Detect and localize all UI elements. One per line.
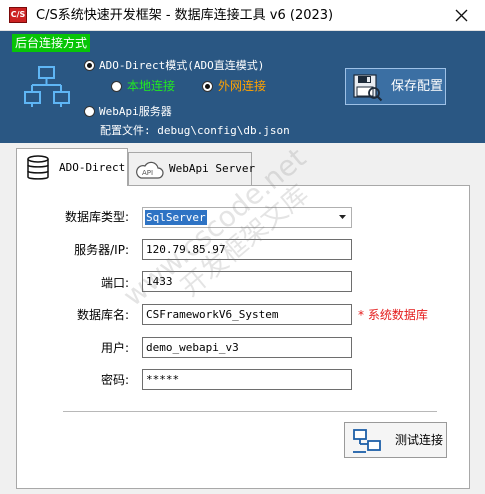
network-icon bbox=[24, 66, 70, 107]
chevron-down-icon bbox=[339, 215, 346, 219]
remote-connection-radio[interactable] bbox=[202, 81, 213, 92]
connection-mode-panel: 后台连接方式 ADO-Direct模式(ADO直连模式) 本地连接 外网连接 W… bbox=[0, 31, 485, 143]
remote-connection-label[interactable]: 外网连接 bbox=[218, 79, 266, 94]
db-name-label: 数据库名: bbox=[76, 308, 129, 322]
tab-ado-direct[interactable]: ADO-Direct bbox=[16, 148, 128, 186]
divider bbox=[63, 411, 437, 412]
webapi-label[interactable]: WebApi服务器 bbox=[99, 104, 172, 119]
password-input[interactable]: ***** bbox=[142, 369, 352, 390]
save-config-label: 保存配置 bbox=[391, 79, 444, 94]
port-input[interactable]: 1433 bbox=[142, 271, 352, 292]
close-icon bbox=[455, 9, 468, 22]
title-bar: C/S C/S系统快速开发框架 - 数据库连接工具 v6 (2023) bbox=[0, 0, 485, 31]
app-icon-text: C/S bbox=[10, 10, 26, 19]
local-connection-radio[interactable] bbox=[111, 81, 122, 92]
db-type-label: 数据库类型: bbox=[64, 210, 129, 224]
tab-webapi-server[interactable]: API WebApi Server bbox=[128, 152, 256, 186]
section-label: 后台连接方式 bbox=[12, 34, 91, 52]
system-db-note: * 系统数据库 bbox=[358, 308, 428, 322]
app-icon: C/S bbox=[9, 7, 27, 23]
port-label: 端口: bbox=[100, 276, 129, 290]
tab-webapi-server-label: WebApi Server bbox=[169, 162, 256, 175]
server-label: 服务器/IP: bbox=[74, 243, 129, 257]
ado-direct-radio[interactable] bbox=[84, 60, 95, 71]
window-title: C/S系统快速开发框架 - 数据库连接工具 v6 (2023) bbox=[36, 8, 334, 23]
db-name-input[interactable]: CSFrameworkV6_System bbox=[142, 304, 352, 325]
user-label: 用户: bbox=[100, 341, 129, 355]
config-file-path: 配置文件: debug\config\db.json bbox=[100, 124, 290, 137]
database-icon bbox=[27, 155, 49, 180]
server-input[interactable]: 120.79.85.97 bbox=[142, 239, 352, 260]
save-config-button[interactable]: 保存配置 bbox=[345, 68, 446, 105]
db-type-dropdown-button[interactable] bbox=[334, 208, 351, 227]
webapi-radio[interactable] bbox=[84, 106, 95, 117]
cloud-api-icon: API bbox=[136, 161, 164, 179]
test-connection-label: 测试连接 bbox=[395, 433, 444, 447]
local-connection-label[interactable]: 本地连接 bbox=[127, 79, 175, 94]
user-input[interactable]: demo_webapi_v3 bbox=[142, 337, 352, 358]
close-button[interactable] bbox=[439, 0, 485, 31]
save-disk-icon bbox=[353, 74, 383, 102]
db-type-select[interactable]: SqlServer bbox=[142, 207, 352, 228]
svg-text:API: API bbox=[142, 169, 153, 177]
test-connection-button[interactable]: 测试连接 bbox=[344, 422, 447, 458]
password-label: 密码: bbox=[100, 373, 129, 387]
connection-test-icon bbox=[353, 429, 381, 453]
ado-direct-label[interactable]: ADO-Direct模式(ADO直连模式) bbox=[99, 58, 264, 73]
tab-ado-direct-label: ADO-Direct bbox=[59, 161, 126, 174]
db-type-value: SqlServer bbox=[145, 210, 207, 225]
